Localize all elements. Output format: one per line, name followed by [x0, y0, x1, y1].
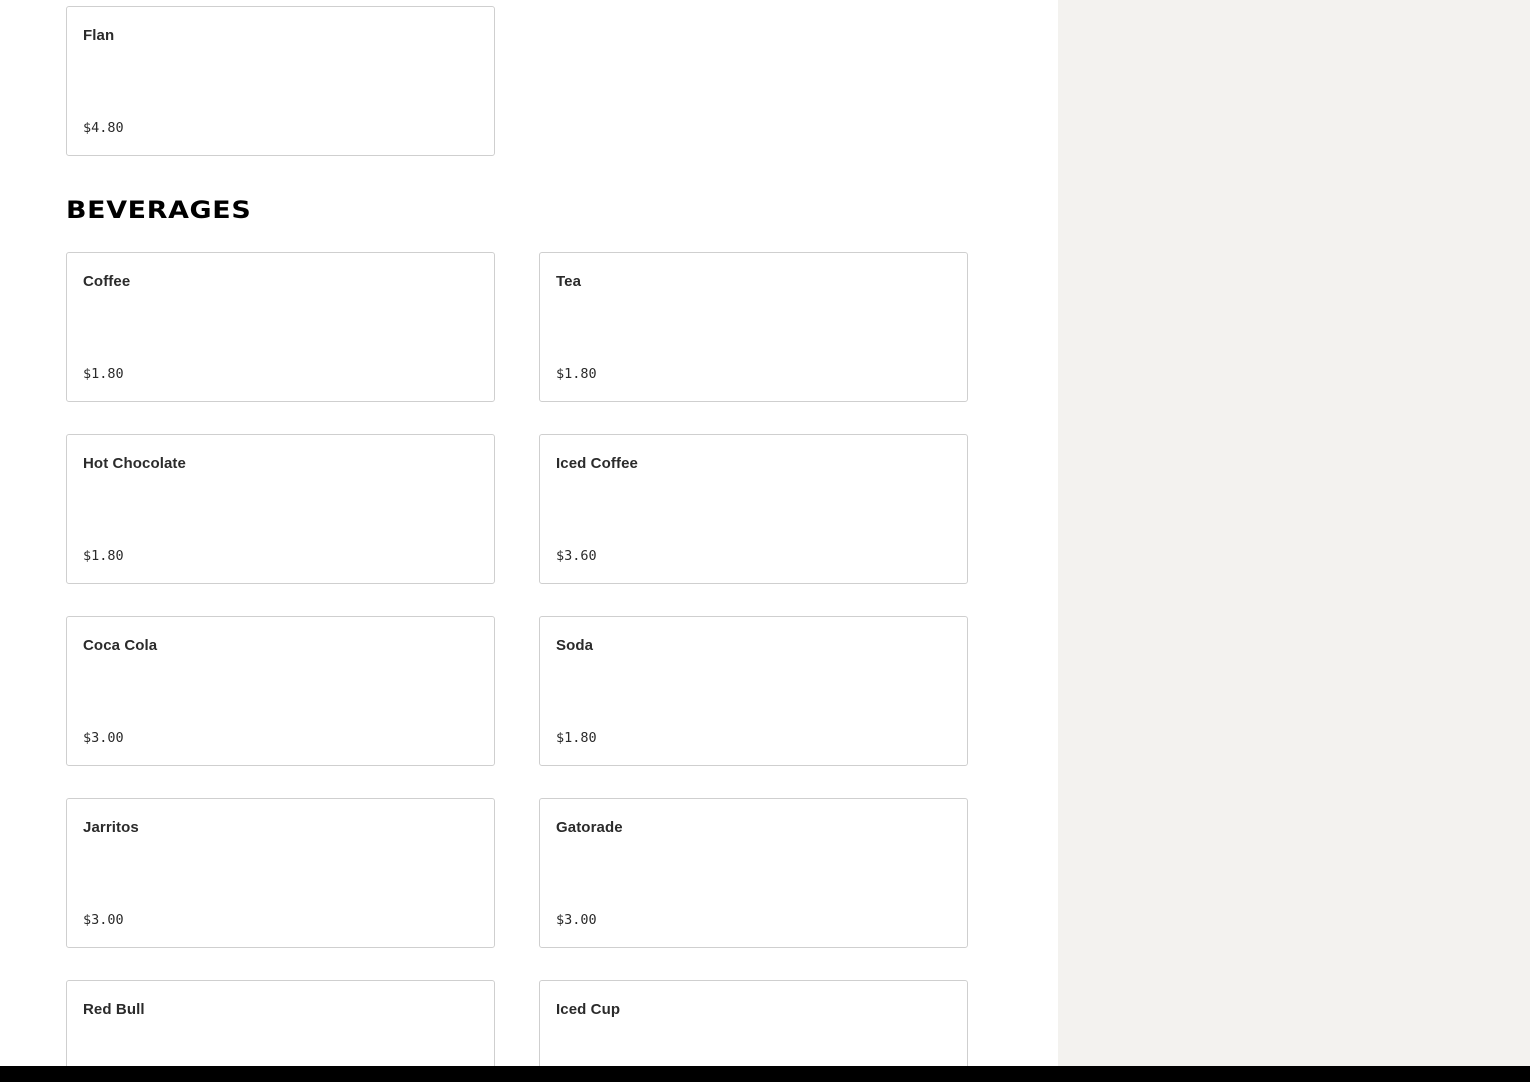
menu-item-name: Gatorade	[556, 819, 623, 836]
menu-item-price: $1.80	[556, 730, 597, 746]
menu-item-name: Iced Cup	[556, 1001, 621, 1018]
menu-item-name: Red Bull	[83, 1001, 145, 1018]
menu-item-price: $4.80	[83, 120, 124, 136]
menu-item-card-gatorade[interactable]: Gatorade $3.00	[539, 798, 968, 948]
menu-item-card-hot-chocolate[interactable]: Hot Chocolate $1.80	[66, 434, 495, 584]
menu-item-name: Iced Coffee	[556, 455, 638, 472]
menu-page: Flan $4.80 BEVERAGES Coffee $1.80 Tea $1…	[0, 0, 1530, 1082]
menu-item-name: Flan	[83, 27, 115, 44]
menu-item-price: $1.80	[556, 366, 597, 382]
menu-item-name: Tea	[556, 273, 582, 290]
order-side-panel	[1058, 0, 1530, 1066]
menu-content: Flan $4.80 BEVERAGES Coffee $1.80 Tea $1…	[0, 0, 1058, 1066]
menu-item-card-coffee[interactable]: Coffee $1.80	[66, 252, 495, 402]
menu-item-price: $3.00	[83, 730, 124, 746]
menu-item-card-iced-coffee[interactable]: Iced Coffee $3.60	[539, 434, 968, 584]
menu-item-name: Coca Cola	[83, 637, 158, 654]
menu-item-card-coca-cola[interactable]: Coca Cola $3.00	[66, 616, 495, 766]
menu-item-name: Coffee	[83, 273, 131, 290]
menu-item-card-jarritos[interactable]: Jarritos $3.00	[66, 798, 495, 948]
menu-item-price: $3.60	[556, 548, 597, 564]
menu-item-card-iced-cup[interactable]: Iced Cup	[539, 980, 968, 1066]
menu-item-card-red-bull[interactable]: Red Bull	[66, 980, 495, 1066]
section-title-beverages: BEVERAGES	[66, 196, 252, 224]
menu-item-card-tea[interactable]: Tea $1.80	[539, 252, 968, 402]
bottom-bar	[0, 1066, 1530, 1082]
menu-item-price: $3.00	[83, 912, 124, 928]
menu-item-name: Soda	[556, 637, 594, 654]
menu-item-price: $1.80	[83, 366, 124, 382]
menu-item-price: $3.00	[556, 912, 597, 928]
menu-item-name: Hot Chocolate	[83, 455, 186, 472]
menu-item-name: Jarritos	[83, 819, 139, 836]
menu-item-price: $1.80	[83, 548, 124, 564]
menu-item-card-flan[interactable]: Flan $4.80	[66, 6, 495, 156]
menu-item-card-soda[interactable]: Soda $1.80	[539, 616, 968, 766]
